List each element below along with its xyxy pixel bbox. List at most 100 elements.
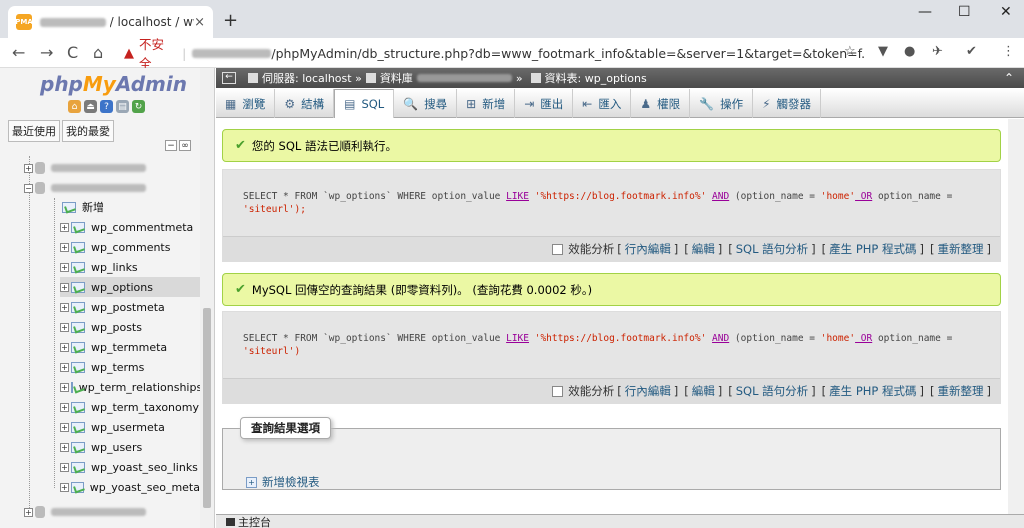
database-item[interactable]: +	[24, 502, 146, 522]
content-scrollbar[interactable]	[1008, 119, 1024, 514]
home-icon[interactable]: ⌂	[68, 100, 81, 113]
table-item[interactable]: + wp_users	[60, 437, 200, 457]
console-bar[interactable]: 主控台	[216, 514, 1024, 528]
profiling-checkbox[interactable]	[552, 243, 564, 255]
new-tab-button[interactable]: +	[223, 10, 238, 31]
phpmyadmin-logo[interactable]: phpMyAdmin	[40, 72, 187, 96]
docs-icon[interactable]: ▤	[116, 100, 129, 113]
sql-string: '%https://blog.footmark.info%'	[529, 333, 713, 344]
scroll-top-icon[interactable]: ⌃	[1004, 71, 1014, 85]
home-button[interactable]: ⌂	[93, 43, 103, 62]
tab-1[interactable]: ⚙ 結構	[275, 89, 335, 118]
reload-button[interactable]: C	[67, 43, 78, 62]
table-item[interactable]: + wp_usermeta	[60, 417, 200, 437]
reload-nav-icon[interactable]: ↻	[132, 100, 145, 113]
table-name: wp_yoast_seo_links	[91, 460, 198, 474]
extension-arrow-icon[interactable]: ✈	[932, 44, 943, 59]
logout-icon[interactable]: ⏏	[84, 100, 97, 113]
edit-link[interactable]: 編輯	[692, 383, 715, 399]
table-item[interactable]: + wp_posts	[60, 317, 200, 337]
menu-tab-icon: 🔍	[403, 96, 419, 111]
expand-icon[interactable]: +	[60, 462, 69, 472]
refresh-link[interactable]: 重新整理	[938, 241, 984, 257]
expand-icon[interactable]: +	[60, 322, 69, 332]
create-php-link[interactable]: 產生 PHP 程式碼	[829, 383, 916, 399]
chrome-menu-icon[interactable]: ⋮	[1002, 44, 1015, 59]
database-icon	[35, 506, 45, 518]
close-window-button[interactable]: ✕	[1000, 4, 1012, 20]
table-item[interactable]: + wp_term_relationships	[60, 377, 202, 397]
expand-icon[interactable]: +	[60, 282, 69, 292]
expand-icon[interactable]: +	[24, 163, 33, 173]
expand-icon[interactable]: +	[60, 302, 69, 312]
back-button[interactable]: ←	[12, 43, 25, 62]
table-item[interactable]: + wp_postmeta	[60, 297, 200, 317]
expand-icon[interactable]: +	[60, 482, 69, 492]
expand-icon[interactable]: +	[60, 242, 69, 252]
table-item[interactable]: + wp_term_taxonomy	[60, 397, 200, 417]
profiling-checkbox[interactable]	[552, 385, 564, 397]
table-item[interactable]: + wp_options	[60, 277, 200, 297]
new-table-item[interactable]: 新增	[62, 197, 104, 217]
edit-link[interactable]: 編輯	[692, 241, 715, 257]
database-item-current[interactable]: −	[24, 178, 146, 198]
breadcrumb-database[interactable]: 資料庫	[380, 70, 413, 86]
explain-link[interactable]: SQL 語句分析	[736, 241, 808, 257]
navigation-scrollbar[interactable]	[200, 68, 214, 528]
menu-tab-label: 匯入	[598, 96, 622, 111]
expand-icon[interactable]: +	[24, 507, 33, 517]
explain-link[interactable]: SQL 語句分析	[736, 383, 808, 399]
collapse-nav-button[interactable]: ←	[222, 72, 236, 84]
tab-9[interactable]: ⚡ 觸發器	[753, 89, 822, 118]
expand-icon[interactable]: +	[60, 382, 69, 392]
table-item[interactable]: + wp_links	[60, 257, 200, 277]
tab-3[interactable]: 🔍 搜尋	[394, 89, 458, 118]
maximize-button[interactable]: ☐	[958, 4, 971, 20]
table-item[interactable]: + wp_yoast_seo_meta	[60, 477, 200, 497]
expand-icon[interactable]: +	[60, 262, 69, 272]
tab-close-icon[interactable]: ×	[194, 15, 205, 30]
address-bar[interactable]: ▲ 不安全 | /phpMyAdmin/db_structure.php?db=…	[118, 37, 866, 71]
expand-icon[interactable]: +	[60, 342, 69, 352]
link-icon[interactable]: ∞	[179, 140, 191, 151]
expand-icon[interactable]: +	[60, 222, 69, 232]
tab-8[interactable]: 🔧 操作	[690, 89, 754, 118]
inline-edit-link[interactable]: 行內編輯	[625, 241, 671, 257]
tab-5[interactable]: ⇥ 匯出	[515, 89, 574, 118]
recent-tab[interactable]: 最近使用	[8, 120, 60, 142]
extension-check-icon[interactable]: ✔	[966, 44, 977, 59]
table-item[interactable]: + wp_yoast_seo_links	[60, 457, 200, 477]
table-item[interactable]: + wp_comments	[60, 237, 200, 257]
expand-icon[interactable]: +	[60, 442, 69, 452]
expand-icon[interactable]: +	[60, 402, 69, 412]
forward-button[interactable]: →	[40, 43, 53, 62]
browser-tab[interactable]: PMA / localhost / www ×	[8, 6, 213, 38]
tab-2[interactable]: ▤ SQL	[334, 89, 395, 118]
create-view-link[interactable]: + 新增檢視表	[246, 474, 320, 490]
breadcrumb-server[interactable]: 伺服器: localhost »	[262, 70, 362, 86]
table-item[interactable]: + wp_termmeta	[60, 337, 200, 357]
tab-4[interactable]: ⊞ 新增	[457, 89, 516, 118]
database-item[interactable]: +	[24, 158, 146, 178]
expand-icon[interactable]: +	[60, 362, 69, 372]
menu-tab-label: 權限	[657, 96, 681, 111]
collapse-icon[interactable]: −	[24, 183, 33, 193]
collapse-all-icon[interactable]: −	[165, 140, 177, 151]
tab-0[interactable]: ▦ 瀏覽	[216, 89, 276, 118]
table-item[interactable]: + wp_commentmeta	[60, 217, 200, 237]
create-php-link[interactable]: 產生 PHP 程式碼	[829, 241, 916, 257]
table-item[interactable]: + wp_terms	[60, 357, 200, 377]
scrollbar-thumb[interactable]	[203, 308, 211, 508]
tab-6[interactable]: ⇤ 匯入	[573, 89, 632, 118]
bookmark-star-icon[interactable]: ☆	[844, 44, 856, 59]
breadcrumb-table[interactable]: 資料表: wp_options	[545, 70, 647, 86]
minimize-button[interactable]: —	[918, 4, 932, 20]
favorites-tab[interactable]: 我的最愛	[62, 120, 114, 142]
refresh-link[interactable]: 重新整理	[938, 383, 984, 399]
inline-edit-link[interactable]: 行內編輯	[625, 383, 671, 399]
extension-globe-icon[interactable]: ●	[904, 44, 915, 59]
help-icon[interactable]: ?	[100, 100, 113, 113]
extension-filter-icon[interactable]: ▼	[878, 44, 888, 59]
tab-7[interactable]: ♟ 權限	[631, 89, 691, 118]
expand-icon[interactable]: +	[60, 422, 69, 432]
